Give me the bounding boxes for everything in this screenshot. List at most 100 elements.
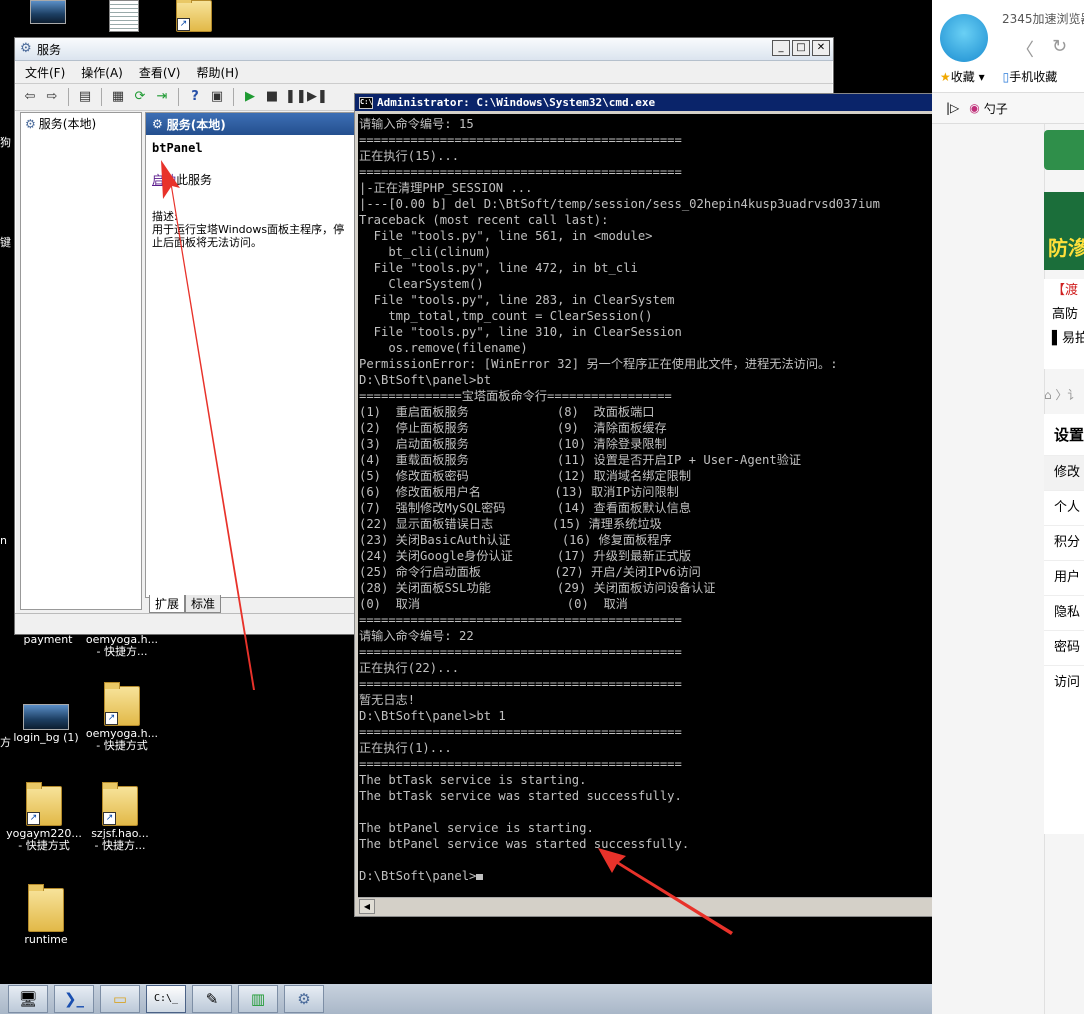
console-line: File "tools.py", line 283, in ClearSyste… bbox=[359, 293, 675, 307]
start-service-line: 启动此服务 bbox=[146, 155, 354, 188]
close-button[interactable]: ✕ bbox=[812, 40, 830, 56]
tree-node-label: 服务(本地) bbox=[38, 117, 97, 131]
back-icon[interactable]: 〈 bbox=[1016, 36, 1034, 62]
settings-item[interactable]: 密码 bbox=[1044, 630, 1084, 665]
powershell-icon[interactable]: ❯_ bbox=[54, 985, 94, 1013]
console-output[interactable]: 请输入命令编号: 15 ============================… bbox=[358, 114, 933, 897]
menu-help[interactable]: 帮助(H) bbox=[196, 64, 238, 81]
browser-tab[interactable]: ◉ 勺子 bbox=[969, 100, 1008, 117]
console-line: os.remove(filename) bbox=[359, 341, 528, 355]
console-cursor bbox=[476, 874, 484, 880]
console-line: (2) 停止面板服务 (9) 清除面板缓存 bbox=[359, 421, 667, 435]
icon-sublabel: - 快捷方... bbox=[96, 645, 148, 658]
desktop-icon-oemyoga-1[interactable]: oemyoga.h... - 快捷方... bbox=[82, 634, 162, 658]
toolbar-separator bbox=[178, 88, 179, 106]
settings-item[interactable]: 个人 bbox=[1044, 490, 1084, 525]
detail-header-label: 服务(本地) bbox=[166, 117, 226, 132]
maximize-button[interactable]: □ bbox=[792, 40, 810, 56]
console-line: (0) 取消 (0) 取消 bbox=[359, 597, 628, 611]
desktop-icon-payment[interactable]: payment bbox=[8, 634, 88, 646]
desktop-top-doc-icon[interactable] bbox=[84, 0, 164, 34]
services-taskbar-icon[interactable]: ⚙ bbox=[284, 985, 324, 1013]
minimize-button[interactable]: _ bbox=[772, 40, 790, 56]
browser-avatar[interactable] bbox=[940, 14, 988, 62]
console-line: ========================================… bbox=[359, 677, 682, 691]
console-line: (6) 修改面板用户名 (13) 取消IP访问限制 bbox=[359, 485, 679, 499]
explorer-icon[interactable]: ▭ bbox=[100, 985, 140, 1013]
settings-item[interactable]: 修改 bbox=[1044, 455, 1084, 490]
desktop-top-folder-icon[interactable]: ↗ bbox=[154, 0, 234, 34]
description-label: 描述: bbox=[152, 210, 178, 223]
console-line: ========================================… bbox=[359, 725, 682, 739]
settings-item[interactable]: 隐私 bbox=[1044, 595, 1084, 630]
pause-icon[interactable]: ❚❚ bbox=[285, 88, 307, 106]
description-text: 用于运行宝塔Windows面板主程序，停止后面板将无法访问。 bbox=[152, 223, 345, 249]
mobile-favorites-button[interactable]: ▯手机收藏 bbox=[1003, 68, 1058, 85]
favorites-button[interactable]: ★收藏 ▾ bbox=[940, 68, 985, 85]
icon-label: runtime bbox=[24, 933, 68, 946]
desktop-top-photo-icon[interactable] bbox=[8, 0, 88, 26]
browser-topbar: 2345加速浏览器 〈 ↻ 〉 ★收藏 ▾ ▯手机收藏 bbox=[932, 0, 1084, 93]
browser-window[interactable]: 2345加速浏览器 〈 ↻ 〉 ★收藏 ▾ ▯手机收藏 |▷ ◉勺子 防滲 【渡… bbox=[932, 0, 1084, 1014]
promo-banner[interactable]: 防滲 bbox=[1044, 192, 1084, 270]
browser-page: 防滲 【渡 高防 ▌易拍 ⌂ 〉讠 设置 修改 个人 积分 用户 隐私 密码 访… bbox=[932, 124, 1084, 1014]
console-line: (4) 重载面板服务 (11) 设置是否开启IP + User-Agent验证 bbox=[359, 453, 802, 467]
start-service-suffix: 此服务 bbox=[176, 173, 213, 187]
notice-line[interactable]: 【渡 bbox=[1052, 279, 1084, 303]
desktop-icon-yogaym[interactable]: ↗ yogaym220... - 快捷方式 bbox=[4, 782, 84, 852]
desktop-icon-login-bg[interactable]: login_bg (1) bbox=[6, 704, 86, 744]
notepad-icon[interactable]: ✎ bbox=[192, 985, 232, 1013]
tab-extended[interactable]: 扩展 bbox=[149, 595, 186, 613]
server-manager-icon[interactable]: 🖥 bbox=[8, 985, 48, 1013]
help-icon[interactable]: ? bbox=[186, 88, 204, 106]
console-line: File "tools.py", line 310, in ClearSessi… bbox=[359, 325, 682, 339]
cmd-window[interactable]: C:\ Administrator: C:\Windows\System32\c… bbox=[354, 93, 934, 917]
gear-icon: ⚙ bbox=[25, 116, 36, 131]
scroll-left-icon[interactable]: ◀ bbox=[359, 899, 375, 914]
console-line: 请输入命令编号: 15 bbox=[359, 117, 474, 131]
restart-icon[interactable]: ▶❚ bbox=[307, 88, 328, 106]
menu-file[interactable]: 文件(F) bbox=[25, 64, 65, 81]
breadcrumb[interactable]: ⌂ 〉讠 bbox=[1044, 386, 1079, 403]
notice-box: 【渡 高防 ▌易拍 bbox=[1044, 279, 1084, 369]
console-line: (28) 关闭面板SSL功能 (29) 关闭面板访问设备认证 bbox=[359, 581, 716, 595]
start-service-link[interactable]: 启动 bbox=[152, 173, 176, 187]
settings-item[interactable]: 积分 bbox=[1044, 525, 1084, 560]
services-titlebar[interactable]: ⚙ 服务 _ □ ✕ bbox=[15, 38, 833, 61]
tab-standard[interactable]: 标准 bbox=[185, 595, 222, 613]
notice-line[interactable]: ▌易拍 bbox=[1052, 327, 1084, 351]
cmd-titlebar[interactable]: C:\ Administrator: C:\Windows\System32\c… bbox=[355, 94, 933, 111]
tree-node-services-local[interactable]: ⚙ 服务(本地) bbox=[21, 113, 141, 134]
back-icon[interactable]: ⇦ bbox=[21, 88, 39, 106]
settings-item[interactable]: 用户 bbox=[1044, 560, 1084, 595]
reload-icon[interactable]: ↻ bbox=[1052, 36, 1067, 62]
stop-icon[interactable]: ■ bbox=[263, 88, 281, 106]
menu-action[interactable]: 操作(A) bbox=[81, 64, 123, 81]
export-icon[interactable]: ⇥ bbox=[153, 88, 171, 106]
console-line: (1) 重启面板服务 (8) 改面板端口 bbox=[359, 405, 655, 419]
menu-view[interactable]: 查看(V) bbox=[139, 64, 181, 81]
console-line: ========================================… bbox=[359, 133, 682, 147]
console-line: D:\BtSoft\panel>bt 1 bbox=[359, 709, 506, 723]
settings-item[interactable]: 访问 bbox=[1044, 665, 1084, 700]
service-description: 描述: 用于运行宝塔Windows面板主程序，停止后面板将无法访问。 bbox=[146, 188, 354, 249]
desktop-icon-runtime[interactable]: runtime bbox=[6, 884, 86, 946]
play-icon[interactable]: ▶ bbox=[241, 88, 259, 106]
console-line: 请输入命令编号: 22 bbox=[359, 629, 474, 643]
properties-icon[interactable]: ▦ bbox=[109, 88, 127, 106]
console-tree-icon[interactable]: ▤ bbox=[76, 88, 94, 106]
window-title: 服务 bbox=[37, 43, 62, 57]
cmd-taskbar-icon[interactable]: C:\_ bbox=[146, 985, 186, 1013]
notice-line[interactable]: 高防 bbox=[1052, 303, 1084, 327]
sidebar-toggle-icon[interactable]: |▷ bbox=[946, 101, 959, 115]
console-line: The btPanel service was started successf… bbox=[359, 837, 690, 851]
refresh-icon[interactable]: ⟳ bbox=[131, 88, 149, 106]
tab-label: 勺子 bbox=[983, 101, 1008, 116]
task-manager-icon[interactable]: ▥ bbox=[238, 985, 278, 1013]
horizontal-scrollbar[interactable]: ◀ bbox=[358, 897, 933, 914]
console-line: |---[0.00 b] del D:\BtSoft/temp/session/… bbox=[359, 197, 880, 211]
forward-icon[interactable]: ⇨ bbox=[43, 88, 61, 106]
desktop-icon-szjsf[interactable]: ↗ szjsf.hao... - 快捷方... bbox=[80, 782, 160, 852]
view-icon[interactable]: ▣ bbox=[208, 88, 226, 106]
desktop-icon-oemyoga-2[interactable]: ↗ oemyoga.h... - 快捷方式 bbox=[82, 682, 162, 752]
